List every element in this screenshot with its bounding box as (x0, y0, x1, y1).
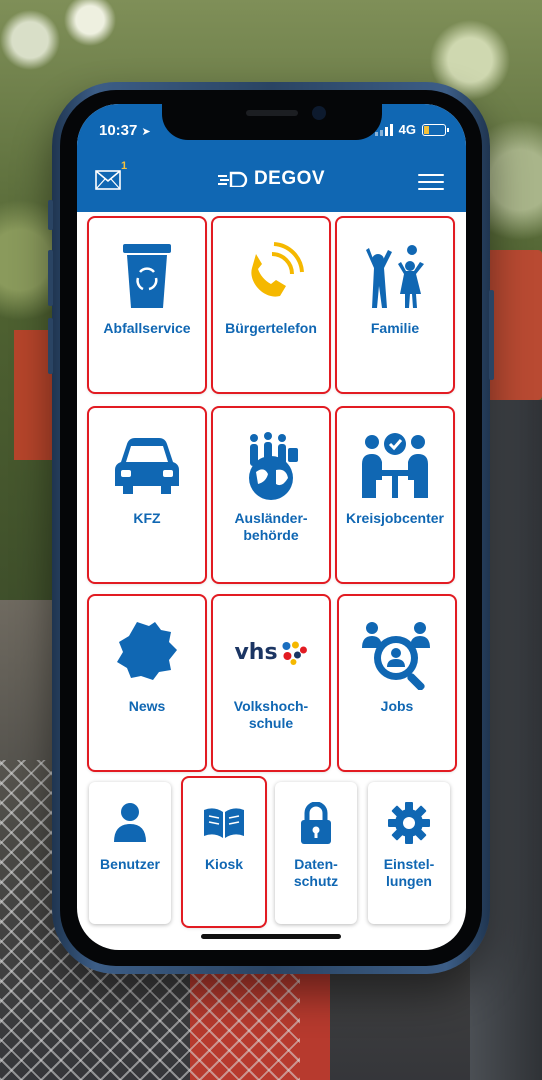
tile-kiosk[interactable]: Kiosk (181, 776, 267, 928)
trash-bin-icon (123, 244, 171, 308)
tile-label: KFZ (133, 510, 161, 526)
status-time-text: 10:37 (99, 122, 138, 139)
power-button (489, 290, 494, 380)
tile-auslaenderbehoerde[interactable]: Ausländer- behörde (211, 406, 331, 584)
tile-label: Jobs (380, 698, 414, 714)
vhs-logo-text: vhs (234, 640, 278, 665)
meeting-icon (362, 433, 428, 498)
user-icon (114, 803, 146, 842)
tile-label: Familie (370, 320, 420, 336)
volume-up-button (48, 250, 53, 306)
tile-news[interactable]: News (87, 594, 207, 772)
brand-name: DEGOV (253, 168, 326, 189)
mute-switch (48, 200, 53, 230)
tile-buergertelefon[interactable]: Bürgertelefon (211, 216, 331, 394)
tile-label: Kiosk (204, 856, 244, 872)
tile-label: Benutzer (100, 856, 160, 872)
tile-volkshochschule[interactable]: vhs Volkshoch- schule (211, 594, 331, 772)
menu-button[interactable] (418, 174, 444, 192)
map-region-icon (117, 622, 177, 680)
tile-jobs[interactable]: Jobs (337, 594, 457, 772)
job-search-icon (362, 622, 430, 690)
volume-down-button (48, 318, 53, 374)
tile-einstellungen[interactable]: Einstel- lungen (368, 782, 450, 924)
status-indicators: 4G (374, 122, 449, 137)
globe-people-icon (249, 432, 298, 500)
tile-datenschutz[interactable]: Daten- schutz (275, 782, 357, 924)
tile-label: News (128, 698, 166, 714)
app-screen: 10:37 ➤ 4G 1 DEGOV Abfallservice Bürgert… (77, 104, 466, 950)
car-icon (115, 438, 179, 494)
tile-familie[interactable]: Familie (335, 216, 455, 394)
vhs-logo-icon: vhs (234, 640, 308, 665)
tile-label: Volkshoch- schule (233, 698, 309, 731)
tile-abfallservice[interactable]: Abfallservice (87, 216, 207, 394)
tile-kfz[interactable]: KFZ (87, 406, 207, 584)
phone-notch (162, 96, 382, 140)
home-indicator[interactable] (201, 934, 341, 939)
network-type: 4G (398, 122, 416, 137)
brand-logo: DEGOV (77, 168, 466, 190)
battery-icon (422, 123, 449, 136)
gear-icon (388, 802, 430, 844)
hamburger-icon (418, 174, 444, 176)
tile-label: Daten- schutz (293, 856, 339, 889)
tile-label: Kreisjobcenter (345, 510, 445, 526)
degov-logo-icon (217, 171, 248, 187)
tile-label: Abfallservice (103, 320, 191, 336)
family-icon (366, 245, 424, 308)
status-time: 10:37 ➤ (99, 122, 151, 139)
front-camera (312, 106, 326, 120)
phone-icon (251, 242, 304, 297)
lock-icon (301, 802, 331, 844)
tile-kreisjobcenter[interactable]: Kreisjobcenter (335, 406, 455, 584)
tile-label: Einstel- lungen (383, 856, 435, 889)
speaker (246, 110, 298, 116)
location-arrow-icon: ➤ (141, 126, 151, 138)
tile-benutzer[interactable]: Benutzer (89, 782, 171, 924)
vhs-dots-icon (282, 641, 308, 665)
tile-label: Ausländer- behörde (234, 510, 308, 543)
tile-label: Bürgertelefon (225, 320, 317, 336)
book-icon (204, 808, 244, 838)
